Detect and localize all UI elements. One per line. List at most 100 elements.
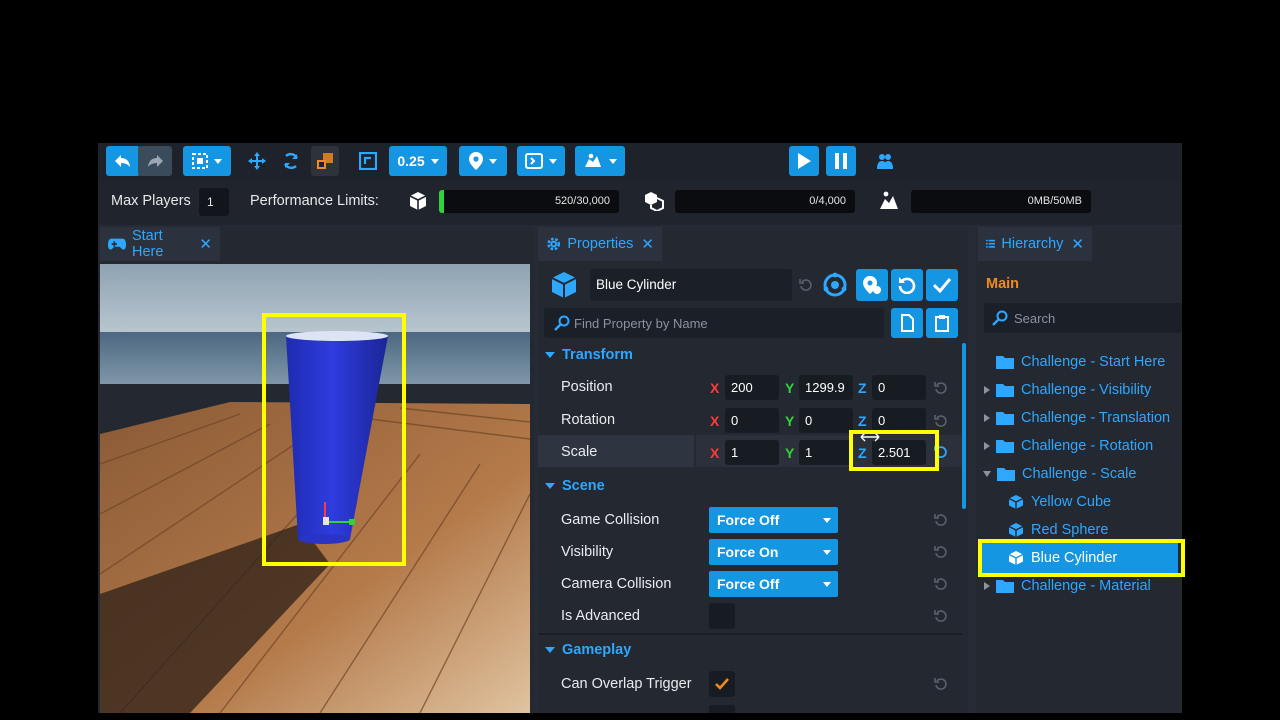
game-collision-dropdown[interactable]: Force Off — [709, 507, 838, 533]
axis-x-label: X — [710, 445, 720, 461]
rotation-x-field[interactable]: 0 — [725, 408, 779, 433]
hierarchy-item-label: Challenge - Translation — [1021, 410, 1171, 426]
object-cube-icon — [551, 272, 577, 298]
scale-y-field[interactable]: 1 — [799, 440, 853, 465]
folder-icon — [996, 412, 1014, 425]
reset-icon[interactable] — [934, 381, 948, 395]
networked-count-meter: 0/4,000 — [675, 190, 855, 213]
undo-icon — [115, 155, 130, 167]
confirm-button[interactable] — [926, 269, 958, 301]
copy-button[interactable] — [891, 308, 923, 338]
hierarchy-item-label: Challenge - Rotation — [1021, 438, 1154, 454]
undo-button[interactable] — [106, 146, 140, 176]
can-overlap-trigger-checkbox[interactable] — [709, 671, 735, 697]
select-box-icon — [192, 153, 208, 169]
hierarchy-item[interactable]: Challenge - Rotation — [984, 434, 1153, 458]
paste-button[interactable] — [926, 308, 958, 338]
hierarchy-item[interactable]: Challenge - Material — [984, 574, 1151, 598]
position-z-field[interactable]: 0 — [872, 375, 926, 400]
chevron-down-icon — [545, 483, 555, 489]
visibility-dropdown[interactable]: Force On — [709, 539, 838, 565]
collapse-arrow-icon[interactable] — [983, 471, 991, 477]
position-y-field[interactable]: 1299.9 — [799, 375, 853, 400]
close-icon[interactable]: ✕ — [641, 235, 654, 253]
hierarchy-item[interactable]: Challenge - Translation — [984, 406, 1170, 430]
pivot-dropdown[interactable] — [459, 146, 507, 176]
physics-toggle-icon[interactable] — [822, 272, 848, 298]
pause-button[interactable] — [826, 146, 856, 176]
chevron-down-icon — [823, 582, 831, 587]
scale-x-field[interactable]: 1 — [725, 440, 779, 465]
max-players-label: Max Players — [111, 193, 191, 209]
hierarchy-item[interactable]: Yellow Cube — [1008, 490, 1111, 514]
rotation-y-field[interactable]: 0 — [799, 408, 853, 433]
multiplayer-preview-button[interactable] — [871, 146, 899, 176]
cube-icon — [1008, 495, 1024, 509]
tab-label: Hierarchy — [1001, 236, 1064, 252]
reset-icon[interactable] — [934, 677, 948, 691]
hierarchy-search-input[interactable]: Search — [984, 303, 1182, 333]
dropdown-value: Force Off — [717, 576, 780, 592]
reset-icon[interactable] — [799, 278, 813, 292]
position-x-field[interactable]: 200 — [725, 375, 779, 400]
rotation-label: Rotation — [561, 412, 616, 428]
axis-x-label: X — [710, 413, 720, 429]
redo-button[interactable] — [138, 146, 172, 176]
axis-x-label: X — [710, 380, 720, 396]
hierarchy-item-label: Challenge - Start Here — [1021, 354, 1166, 370]
object-name-field[interactable]: Blue Cylinder — [590, 269, 792, 301]
hierarchy-panel: Hierarchy ✕ Main Search Challenge - Star… — [976, 227, 1182, 713]
expand-arrow-icon[interactable] — [984, 442, 990, 450]
reset-icon[interactable] — [934, 414, 948, 428]
map-pin-icon — [469, 152, 483, 170]
reset-icon[interactable] — [934, 609, 948, 623]
folder-icon — [997, 468, 1015, 481]
spawn-dropdown[interactable] — [575, 146, 625, 176]
expand-arrow-icon[interactable] — [984, 386, 990, 394]
selection-mode-button[interactable] — [183, 146, 231, 176]
rotate-tool-button[interactable] — [278, 146, 304, 176]
cube-icon — [409, 192, 427, 210]
reset-icon[interactable] — [934, 577, 948, 591]
snap-value-dropdown[interactable]: 0.25 — [389, 146, 447, 176]
tab-hierarchy[interactable]: Hierarchy ✕ — [978, 227, 1092, 261]
hierarchy-item[interactable]: Challenge - Start Here — [996, 350, 1165, 374]
player-spawn-icon — [585, 153, 601, 167]
next-property-field[interactable] — [709, 705, 735, 713]
reset-all-button[interactable] — [891, 269, 923, 301]
close-icon[interactable]: ✕ — [199, 235, 212, 253]
scale-icon — [317, 153, 333, 169]
play-button[interactable] — [789, 146, 819, 176]
expand-arrow-icon[interactable] — [984, 414, 990, 422]
close-icon[interactable]: ✕ — [1071, 235, 1084, 253]
tab-start-here[interactable]: Start Here ✕ — [100, 227, 220, 261]
expand-arrow-icon[interactable] — [984, 582, 990, 590]
camera-view-dropdown[interactable] — [517, 146, 565, 176]
pin-location-button[interactable] — [856, 269, 888, 301]
position-label: Position — [561, 379, 613, 395]
hierarchy-item[interactable]: Challenge - Scale — [983, 462, 1136, 486]
section-gameplay[interactable]: Gameplay — [538, 636, 962, 664]
scale-z-highlight-box — [849, 430, 939, 471]
reset-icon[interactable] — [934, 545, 948, 559]
search-placeholder: Find Property by Name — [574, 316, 708, 331]
hierarchy-item[interactable]: Challenge - Visibility — [984, 378, 1151, 402]
info-bar: Max Players 1 Performance Limits: 520/30… — [98, 181, 1182, 225]
tab-properties[interactable]: Properties ✕ — [538, 227, 662, 261]
section-scene[interactable]: Scene — [538, 472, 962, 500]
grid-snap-toggle[interactable] — [355, 146, 381, 176]
axis-z-label: Z — [858, 380, 867, 396]
camera-collision-label: Camera Collision — [561, 576, 672, 592]
max-players-field[interactable]: 1 — [199, 188, 229, 216]
dropdown-value: Force On — [717, 544, 779, 560]
move-tool-button[interactable] — [244, 146, 270, 176]
section-transform[interactable]: Transform — [538, 341, 962, 369]
scale-tool-button[interactable] — [311, 146, 339, 176]
is-advanced-checkbox[interactable] — [709, 603, 735, 629]
camera-collision-dropdown[interactable]: Force Off — [709, 571, 838, 597]
scrollbar-thumb[interactable] — [962, 343, 966, 509]
property-search-input[interactable]: Find Property by Name — [544, 308, 884, 338]
reset-icon[interactable] — [934, 513, 948, 527]
folder-icon — [996, 580, 1014, 593]
toolbar: 0.25 — [98, 143, 1182, 181]
